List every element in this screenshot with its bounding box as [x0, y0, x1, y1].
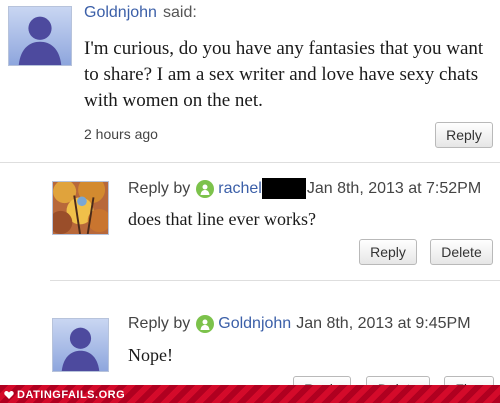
said-label: said:: [163, 4, 197, 21]
redaction-bar: [261, 178, 306, 199]
default-user-silhouette-icon: [18, 16, 62, 65]
reply-by-label: Reply by: [128, 179, 191, 197]
reply-meta: Reply by Goldnjohn Jan 8th, 2013 at 9:45…: [128, 315, 471, 333]
reply-button[interactable]: Reply: [359, 239, 417, 265]
user-status-icon: [196, 179, 215, 198]
reply-date: Jan 8th, 2013 at 7:52PM: [306, 179, 482, 197]
reply-author-link[interactable]: rachel: [218, 180, 262, 198]
heart-icon: [4, 390, 14, 399]
reply-body: does that line ever works?: [128, 209, 316, 229]
default-user-silhouette-icon: [61, 327, 100, 371]
user-status-icon: [196, 315, 215, 333]
reply-by-label: Reply by: [128, 315, 191, 332]
delete-button[interactable]: Delete: [430, 239, 493, 265]
watermark-logo: DATINGFAILS.ORG: [4, 389, 125, 401]
reply-body: Nope!: [128, 345, 173, 365]
avatar-goldnjohn[interactable]: [52, 318, 109, 372]
avatar-goldnjohn[interactable]: [8, 6, 72, 66]
avatar-rachel[interactable]: [52, 181, 109, 235]
reply-meta: Reply by rachel Jan 8th, 2013 at 7:52PM: [128, 178, 481, 199]
reply-date: Jan 8th, 2013 at 9:45PM: [296, 315, 471, 332]
reply-button[interactable]: Reply: [435, 122, 493, 148]
reply-divider: [50, 280, 500, 281]
comment-timestamp: 2 hours ago: [84, 126, 158, 142]
comment-divider: [0, 162, 500, 163]
comment-author-link[interactable]: Goldnjohn: [84, 4, 157, 22]
comment-body: I'm curious, do you have any fantasies t…: [84, 38, 484, 111]
watermark-text: DATINGFAILS.ORG: [17, 389, 126, 401]
autumn-tree-photo-icon: [53, 182, 108, 234]
reply-author-link[interactable]: Goldnjohn: [218, 315, 291, 333]
